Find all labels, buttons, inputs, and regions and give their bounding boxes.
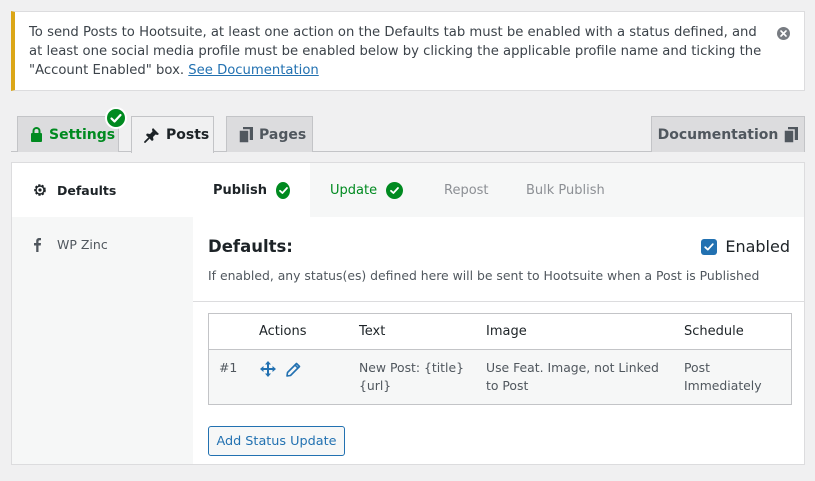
tab-settings-label: Settings: [49, 126, 116, 143]
facebook-icon: [32, 237, 50, 252]
column-schedule: Schedule: [684, 324, 744, 339]
tab-update-label: Update: [330, 182, 378, 198]
tab-publish[interactable]: Publish: [193, 163, 310, 217]
notice-text: To send Posts to Hootsuite, at least one…: [29, 25, 762, 78]
column-image: Image: [486, 324, 527, 339]
table-row: #1 New Post: {title} {url} Use Feat. Imag…: [209, 350, 791, 404]
defaults-content: Defaults: Enabled If enabled, any status…: [193, 217, 804, 464]
row-schedule-line2: Immediately: [684, 378, 762, 393]
tab-repost[interactable]: Repost: [444, 163, 526, 217]
row-schedule-line1: Post: [684, 360, 710, 375]
tab-pages[interactable]: Pages: [226, 116, 313, 152]
tab-repost-label: Repost: [444, 182, 489, 198]
pages-icon: [784, 126, 799, 143]
status-table: Actions Text Image Schedule #1 New Post:…: [208, 313, 792, 405]
settings-check-icon: [105, 107, 127, 129]
enabled-toggle[interactable]: Enabled: [701, 237, 790, 256]
sidebar-item-label: WP Zinc: [57, 236, 108, 252]
row-text-line1: New Post: {title}: [359, 360, 464, 375]
notice-message: To send Posts to Hootsuite, at least one…: [29, 23, 764, 80]
pin-icon: [144, 127, 160, 143]
row-image-line2: to Post: [486, 378, 529, 393]
row-text: New Post: {title} {url}: [359, 359, 464, 395]
table-header: Actions Text Image Schedule: [209, 314, 791, 350]
check-icon: [386, 181, 404, 199]
add-status-update-button[interactable]: Add Status Update: [208, 426, 345, 456]
enabled-checkbox[interactable]: [701, 238, 718, 255]
gear-icon: [32, 182, 50, 198]
tab-bulk-publish[interactable]: Bulk Publish: [526, 163, 605, 217]
tab-update[interactable]: Update: [310, 163, 444, 217]
tab-posts[interactable]: Posts: [131, 116, 214, 153]
see-documentation-link[interactable]: See Documentation: [188, 63, 318, 78]
section-description: If enabled, any status(es) defined here …: [208, 268, 760, 283]
row-image: Use Feat. Image, not Linked to Post: [486, 359, 659, 395]
profile-sidebar: Defaults WP Zinc: [12, 163, 193, 464]
dismiss-icon[interactable]: [777, 27, 790, 40]
defaults-header: Defaults: Enabled If enabled, any status…: [193, 217, 804, 302]
row-text-line2: {url}: [359, 378, 392, 393]
sidebar-item-label: Defaults: [57, 182, 117, 198]
row-number: #1: [219, 360, 238, 375]
tab-documentation[interactable]: Documentation: [651, 116, 805, 152]
edit-icon[interactable]: [285, 362, 301, 378]
tab-posts-label: Posts: [166, 127, 210, 143]
tab-pages-label: Pages: [259, 126, 307, 143]
pages-icon: [239, 126, 253, 143]
row-schedule: Post Immediately: [684, 359, 762, 395]
tab-settings[interactable]: Settings: [17, 116, 119, 152]
warning-notice: To send Posts to Hootsuite, at least one…: [11, 11, 805, 91]
section-title: Defaults:: [208, 237, 293, 256]
check-icon: [276, 181, 290, 199]
column-actions: Actions: [259, 324, 307, 339]
settings-panel: Defaults WP Zinc Publish Update Repost B…: [11, 162, 805, 465]
tab-bulk-publish-label: Bulk Publish: [526, 182, 605, 198]
sidebar-item-defaults[interactable]: Defaults: [12, 163, 193, 217]
tab-documentation-label: Documentation: [657, 126, 779, 143]
action-tabs: Publish Update Repost Bulk Publish: [193, 163, 804, 217]
move-icon[interactable]: [259, 360, 277, 378]
lock-icon: [30, 127, 43, 142]
row-actions: [259, 360, 305, 383]
column-text: Text: [359, 324, 386, 339]
enabled-label: Enabled: [725, 237, 790, 256]
row-image-line1: Use Feat. Image, not Linked: [486, 360, 659, 375]
sidebar-item-wp-zinc[interactable]: WP Zinc: [12, 217, 193, 271]
tab-publish-label: Publish: [213, 182, 267, 198]
